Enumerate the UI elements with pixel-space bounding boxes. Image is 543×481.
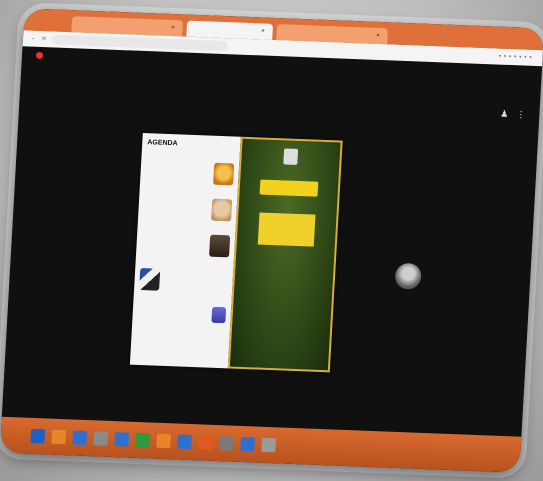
agenda-item-text [142,243,200,245]
shared-screen-presentation: AGENDA [129,132,343,373]
logo-image [139,267,161,291]
start-icon[interactable] [30,428,46,444]
agenda-item [139,267,228,293]
participant-avatar[interactable] [394,262,422,290]
poster-subheading [241,173,339,177]
taskbar-app-icon[interactable] [198,435,214,450]
agenda-item-text [146,171,204,173]
more-options-icon[interactable]: ⋮ [516,109,526,120]
poster-info-box [257,212,316,247]
agenda-item-text [138,312,196,314]
agenda-item-text [170,280,228,282]
speaker-photo [211,198,233,222]
speaker-photo [209,234,231,258]
taskbar-app-icon[interactable] [177,434,193,450]
meeting-controls: ♟ ⋮ [500,109,526,121]
taskbar-app-icon[interactable] [240,436,255,452]
monitor-photo: × × × ← ⟳ ▪▪▪▪▪▪▪ ♟ ⋮ AGENDA [0,8,543,473]
poster-heading [241,173,339,177]
extension-icons[interactable]: ▪▪▪▪▪▪▪ [499,54,535,61]
close-icon[interactable]: × [261,28,265,34]
agenda-panel: AGENDA [129,132,241,369]
agenda-item [145,160,235,186]
taskbar-app-icon[interactable] [219,436,234,451]
poster-date-badge [259,179,319,197]
windows-taskbar [0,416,522,473]
poster-footer [230,360,328,364]
reload-icon[interactable]: ⟳ [42,36,47,42]
taskbar-app-icon[interactable] [261,437,276,453]
taskbar-app-icon[interactable] [72,430,88,446]
close-icon[interactable]: × [171,25,175,31]
taskbar-app-icon[interactable] [114,432,130,447]
speaker-photo [213,162,235,186]
recording-icon [35,51,44,59]
agenda-item [141,232,231,258]
agenda-item [137,304,227,324]
institution-logo [283,148,299,165]
people-icon[interactable]: ♟ [500,109,509,120]
speaker-photo [211,306,227,324]
event-poster [227,136,343,373]
taskbar-app-icon[interactable] [156,433,172,449]
back-icon[interactable]: ← [31,36,36,42]
agenda-title: AGENDA [147,139,178,148]
taskbar-app-icon[interactable] [93,431,109,446]
taskbar-app-icon[interactable] [135,432,151,448]
agenda-item [143,196,233,222]
taskbar-app-icon[interactable] [51,429,67,445]
agenda-item-text [144,207,202,209]
close-icon[interactable]: × [376,33,380,39]
